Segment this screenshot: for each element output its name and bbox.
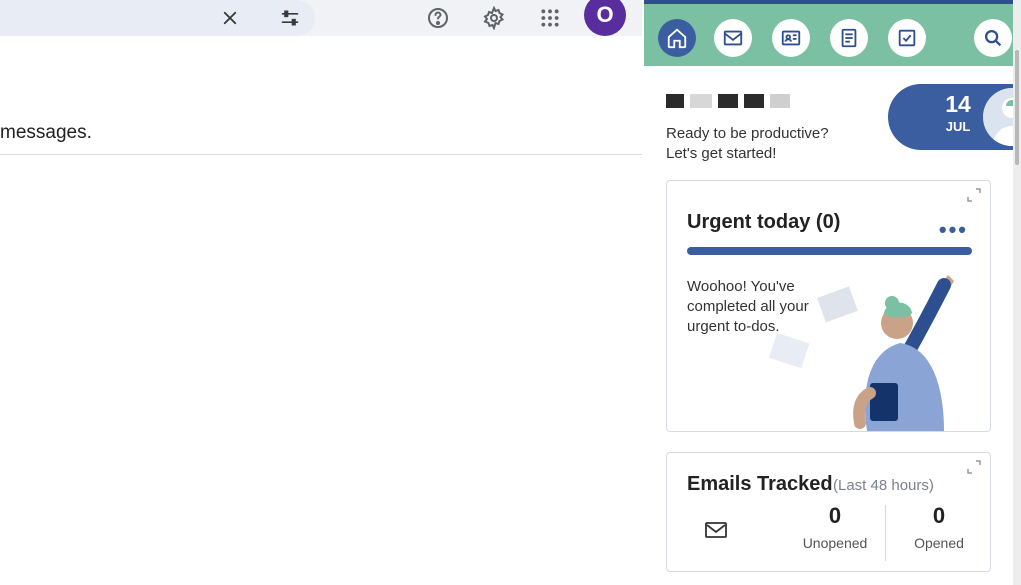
nav-tasks[interactable] (888, 19, 926, 57)
apps-grid-icon[interactable] (532, 0, 568, 36)
message-text-fragment: messages. (0, 122, 92, 144)
emails-card-title: Emails Tracked (687, 473, 833, 496)
panel-scrollbar-thumb[interactable] (1015, 50, 1019, 165)
expand-icon[interactable] (966, 459, 984, 477)
date-day: 14 (938, 91, 978, 118)
date-pill[interactable]: 14 JUL (888, 84, 1013, 150)
urgent-progress-bar (687, 247, 972, 255)
search-pill[interactable] (0, 0, 315, 36)
metric-divider (885, 505, 886, 561)
nav-contacts[interactable] (772, 19, 810, 57)
nav-search[interactable] (974, 19, 1012, 57)
opened-count: 0 (889, 503, 989, 529)
metric-opened: 0 Opened (889, 503, 989, 551)
nav-home[interactable] (658, 19, 696, 57)
urgent-card-title: Urgent today (0) (687, 211, 840, 234)
close-icon[interactable] (212, 0, 248, 36)
expand-icon[interactable] (966, 187, 984, 205)
celebration-illustration (752, 273, 990, 431)
unopened-label: Unopened (785, 535, 885, 551)
help-icon[interactable] (420, 0, 456, 36)
main-app-area: O messages. (0, 0, 642, 585)
more-menu-icon[interactable]: ••• (939, 217, 968, 243)
mail-icon (701, 518, 731, 547)
greeting-line-1: Ready to be productive? (666, 124, 829, 144)
unopened-count: 0 (785, 503, 885, 529)
urgent-title-text: Urgent today (687, 211, 810, 233)
filter-sliders-icon[interactable] (272, 0, 308, 36)
emails-tracked-card: Emails Tracked (Last 48 hours) 0 Unopene… (666, 452, 991, 572)
avatar-initial: O (596, 2, 613, 28)
gear-icon[interactable] (476, 0, 512, 36)
opened-label: Opened (889, 535, 989, 551)
urgent-count: (0) (816, 211, 840, 233)
message-list-area: messages. (0, 47, 642, 157)
metric-unopened: 0 Unopened (785, 503, 885, 551)
user-name-redacted (666, 94, 806, 108)
greeting-text: Ready to be productive? Let's get starte… (666, 124, 829, 164)
panel-scrollbar-track[interactable] (1013, 0, 1021, 585)
row-divider (0, 154, 642, 155)
nav-documents[interactable] (830, 19, 868, 57)
date-month: JUL (938, 119, 978, 134)
greeting-line-2: Let's get started! (666, 144, 829, 164)
urgent-today-card: Urgent today (0) ••• Woohoo! You've comp… (666, 180, 991, 432)
side-panel: Ready to be productive? Let's get starte… (644, 0, 1021, 585)
nav-mail[interactable] (714, 19, 752, 57)
panel-nav (644, 4, 1013, 66)
emails-card-subtitle: (Last 48 hours) (833, 477, 934, 494)
